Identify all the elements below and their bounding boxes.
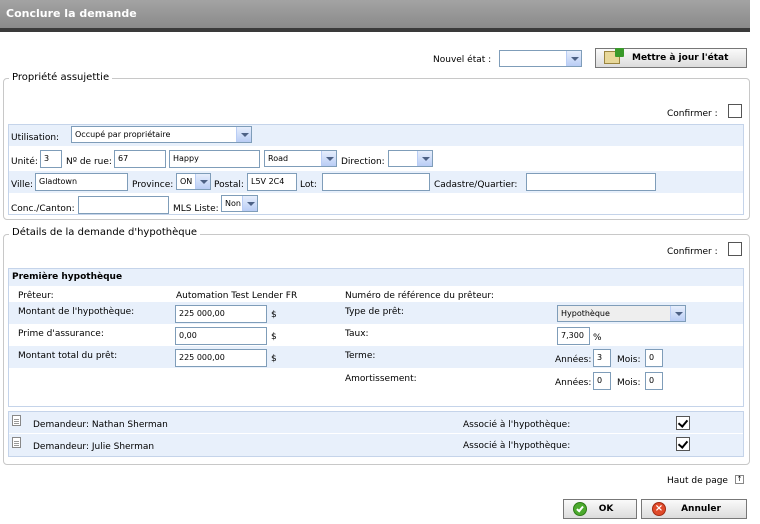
amount-currency: $ bbox=[271, 310, 277, 320]
cadastre-input[interactable] bbox=[526, 173, 656, 191]
arrow-up-icon: ↑ bbox=[735, 475, 744, 484]
update-state-button[interactable]: Mettre à jour l'état bbox=[595, 48, 747, 68]
cancel-button[interactable]: × Annuler bbox=[641, 499, 747, 519]
mortgage-confirm-checkbox[interactable] bbox=[728, 242, 742, 256]
new-state-label: Nouvel état : bbox=[433, 55, 492, 65]
amort-months-label: Mois: bbox=[617, 378, 641, 388]
street-type-value: Road bbox=[268, 154, 289, 163]
amount-input[interactable]: 225 000,00 bbox=[175, 305, 267, 323]
unit-input[interactable]: 3 bbox=[40, 150, 62, 168]
loan-type-select[interactable]: Hypothèque bbox=[557, 305, 686, 322]
check-icon bbox=[573, 502, 587, 516]
usage-select[interactable]: Occupé par propriétaire bbox=[71, 126, 252, 143]
mls-label: MLS Liste: bbox=[173, 204, 219, 214]
applicant-assoc-label: Associé à l'hypothèque: bbox=[463, 441, 571, 451]
chevron-down-icon bbox=[566, 51, 581, 66]
applicant-assoc-checkbox[interactable] bbox=[676, 437, 690, 451]
first-mortgage-title: Première hypothèque bbox=[12, 272, 123, 282]
rate-percent: % bbox=[593, 333, 602, 343]
back-to-top-label: Haut de page bbox=[667, 476, 728, 486]
usage-label: Utilisation: bbox=[11, 133, 60, 143]
document-icon bbox=[12, 437, 21, 448]
conc-label: Conc./Canton: bbox=[11, 204, 75, 214]
unit-label: Unité: bbox=[11, 157, 38, 167]
total-currency: $ bbox=[271, 354, 277, 364]
amort-years-input[interactable]: 0 bbox=[593, 372, 611, 390]
chevron-down-icon bbox=[195, 174, 210, 189]
amount-label: Montant de l'hypothèque: bbox=[18, 307, 135, 317]
street-no-input[interactable]: 67 bbox=[114, 150, 166, 168]
term-months-label: Mois: bbox=[617, 355, 641, 365]
street-no-label: Nº de rue: bbox=[66, 157, 112, 167]
term-years-input[interactable]: 3 bbox=[593, 349, 611, 367]
mls-value: Non bbox=[225, 199, 241, 208]
cancel-label: Annuler bbox=[681, 504, 721, 514]
rate-input[interactable]: 7,300 bbox=[557, 327, 590, 345]
ok-label: OK bbox=[598, 504, 614, 514]
property-legend: Propriété assujettie bbox=[9, 72, 113, 83]
term-months-input[interactable]: 0 bbox=[645, 349, 663, 367]
total-label: Montant total du prêt: bbox=[18, 351, 118, 361]
update-state-label: Mettre à jour l'état bbox=[632, 53, 729, 63]
province-value: ON bbox=[180, 177, 193, 186]
amort-label: Amortissement: bbox=[345, 374, 417, 384]
back-to-top-link[interactable]: Haut de page ↑ bbox=[667, 475, 744, 486]
lender-ref-label: Numéro de référence du prêteur: bbox=[345, 291, 494, 301]
property-confirm-label: Confirmer : bbox=[667, 109, 718, 119]
amort-months-input[interactable]: 0 bbox=[645, 372, 663, 390]
cadastre-label: Cadastre/Quartier: bbox=[434, 180, 518, 190]
province-label: Province: bbox=[132, 180, 174, 190]
lot-label: Lot: bbox=[300, 180, 317, 190]
folder-add-icon bbox=[604, 48, 624, 64]
loan-type-value: Hypothèque bbox=[561, 309, 610, 318]
insurance-currency: $ bbox=[271, 332, 277, 342]
city-input[interactable]: Gladtown bbox=[35, 173, 128, 191]
chevron-down-icon bbox=[321, 151, 336, 166]
lender-value: Automation Test Lender FR bbox=[176, 291, 298, 301]
insurance-label: Prime d'assurance: bbox=[18, 329, 104, 339]
rate-label: Taux: bbox=[345, 329, 369, 339]
chevron-down-icon bbox=[417, 151, 432, 166]
chevron-down-icon bbox=[670, 306, 685, 321]
province-select[interactable]: ON bbox=[176, 173, 211, 190]
mortgage-legend: Détails de la demande d'hypothèque bbox=[9, 227, 201, 238]
direction-label: Direction: bbox=[341, 157, 385, 167]
close-icon: × bbox=[652, 502, 666, 516]
applicant-assoc-label: Associé à l'hypothèque: bbox=[463, 420, 571, 430]
total-input[interactable]: 225 000,00 bbox=[175, 349, 267, 367]
property-confirm-checkbox[interactable] bbox=[728, 104, 742, 118]
chevron-down-icon bbox=[242, 196, 257, 211]
postal-input[interactable]: L5V 2C4 bbox=[247, 173, 297, 191]
conc-input[interactable] bbox=[78, 196, 169, 214]
applicant-name: Demandeur: Julie Sherman bbox=[33, 442, 155, 452]
insurance-input[interactable]: 0,00 bbox=[175, 327, 267, 345]
lot-input[interactable] bbox=[322, 173, 430, 191]
direction-select[interactable] bbox=[388, 150, 433, 167]
term-years-label: Années: bbox=[555, 355, 592, 365]
applicant-name: Demandeur: Nathan Sherman bbox=[33, 420, 168, 430]
lender-label: Prêteur: bbox=[18, 291, 54, 301]
title-divider bbox=[0, 28, 750, 32]
mls-select[interactable]: Non bbox=[221, 195, 258, 212]
document-icon bbox=[12, 415, 21, 426]
amort-years-label: Années: bbox=[555, 378, 592, 388]
new-state-select[interactable] bbox=[499, 50, 582, 67]
term-label: Terme: bbox=[345, 351, 376, 361]
postal-label: Postal: bbox=[214, 180, 244, 190]
applicant-assoc-checkbox[interactable] bbox=[676, 416, 690, 430]
street-type-select[interactable]: Road bbox=[264, 150, 337, 167]
page-title: Conclure la demande bbox=[0, 0, 750, 28]
ok-button[interactable]: OK bbox=[563, 499, 637, 519]
chevron-down-icon bbox=[236, 127, 251, 142]
loan-type-label: Type de prêt: bbox=[345, 307, 404, 317]
usage-value: Occupé par propriétaire bbox=[75, 130, 171, 139]
city-label: Ville: bbox=[11, 180, 34, 190]
street-name-input[interactable]: Happy bbox=[169, 150, 260, 168]
mortgage-confirm-label: Confirmer : bbox=[667, 247, 718, 257]
